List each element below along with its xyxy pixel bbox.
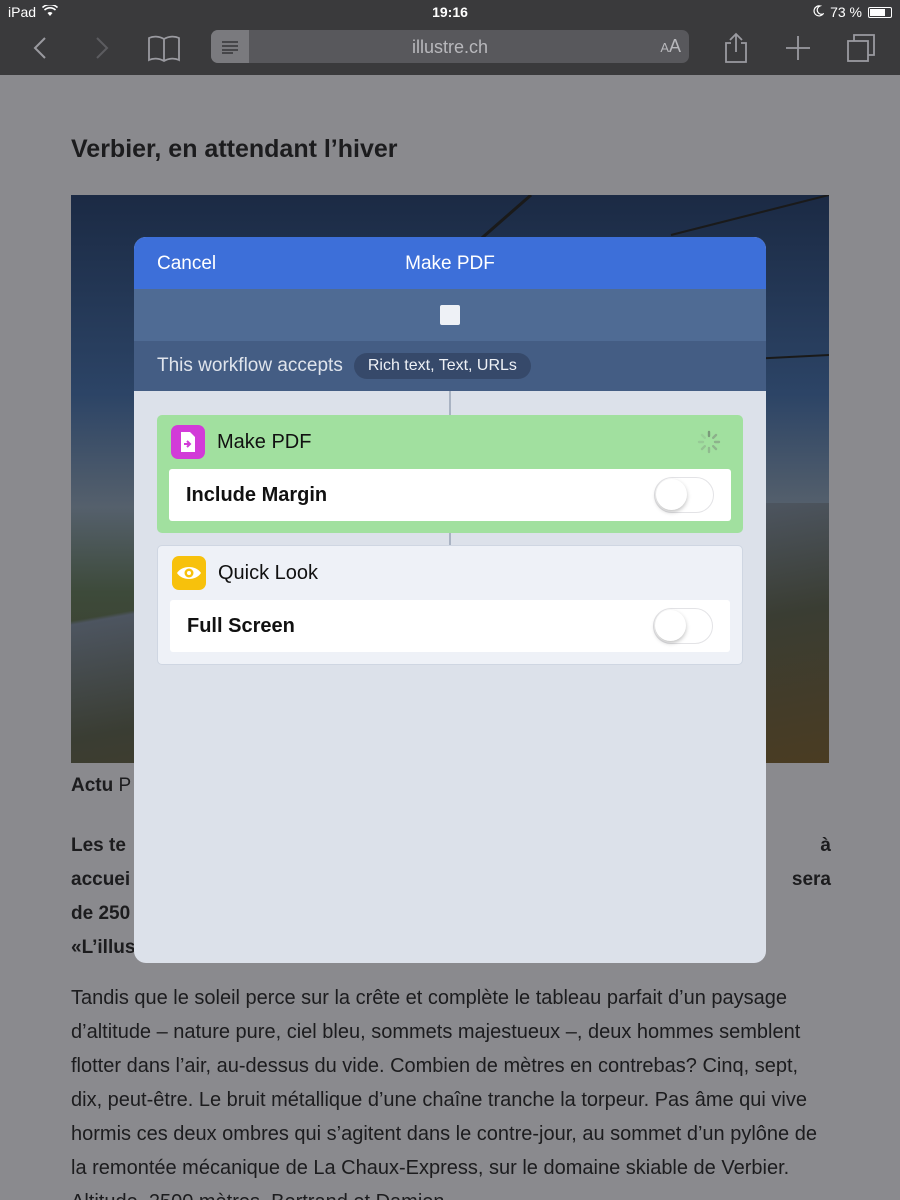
sheet-header: Cancel Make PDF — [134, 237, 766, 289]
accepts-band: This workflow accepts Rich text, Text, U… — [134, 341, 766, 391]
browser-toolbar: illustre.ch AA — [0, 24, 900, 75]
text-size-label: A — [668, 36, 681, 56]
action-header: Quick Look — [158, 546, 742, 600]
param-row-full-screen: Full Screen — [170, 600, 730, 652]
action-title: Make PDF — [217, 430, 312, 453]
sheet-title: Make PDF — [405, 253, 495, 274]
action-quick-look[interactable]: Quick Look Full Screen — [157, 545, 743, 665]
action-connector — [449, 533, 451, 545]
battery-percent: 73 % — [830, 4, 862, 20]
full-screen-toggle[interactable] — [653, 608, 713, 644]
article-title: Verbier, en attendant l’hiver — [71, 135, 398, 163]
eye-icon — [172, 556, 206, 590]
run-status-band — [134, 289, 766, 341]
caption-rest: P — [118, 775, 132, 796]
toggle-knob — [655, 610, 686, 641]
battery-icon — [868, 6, 892, 18]
share-icon[interactable] — [722, 32, 750, 64]
tabs-overview-icon[interactable] — [846, 32, 876, 64]
text-size-button[interactable]: AA — [660, 36, 681, 57]
action-make-pdf[interactable]: Make PDF Include Margin — [157, 415, 743, 533]
caption-section: Actu — [71, 775, 114, 796]
spinner-icon — [697, 430, 721, 454]
back-chevron-icon[interactable] — [28, 32, 52, 64]
address-bar[interactable]: illustre.ch AA — [211, 30, 689, 63]
action-connector — [449, 391, 451, 415]
clock: 19:16 — [432, 4, 468, 20]
status-bar: iPad 19:16 73 % — [0, 0, 900, 24]
moon-icon — [812, 4, 825, 20]
include-margin-toggle[interactable] — [654, 477, 714, 513]
workflow-sheet: Cancel Make PDF This workflow accepts Ri… — [134, 237, 766, 963]
forward-chevron-icon[interactable] — [90, 32, 114, 64]
photo-caption: Actu P — [71, 775, 131, 797]
pdf-document-icon — [171, 425, 205, 459]
battery-fill — [870, 8, 885, 16]
accepts-types-badge[interactable]: Rich text, Text, URLs — [353, 353, 531, 379]
param-label: Include Margin — [186, 483, 328, 506]
accepts-label: This workflow accepts — [157, 355, 343, 376]
stop-icon[interactable] — [440, 305, 460, 325]
param-row-include-margin: Include Margin — [169, 469, 731, 521]
article-body: Tandis que le soleil perce sur la crête … — [71, 987, 817, 1200]
url-text: illustre.ch — [411, 37, 489, 57]
lead-line-right: à — [820, 835, 831, 856]
lead-line-right: sera — [791, 869, 831, 890]
param-label: Full Screen — [187, 614, 295, 637]
action-header: Make PDF — [157, 415, 743, 469]
new-tab-plus-icon[interactable] — [784, 32, 812, 64]
bookmarks-book-icon[interactable] — [146, 32, 182, 64]
toggle-knob — [656, 479, 687, 510]
action-title: Quick Look — [218, 561, 319, 584]
